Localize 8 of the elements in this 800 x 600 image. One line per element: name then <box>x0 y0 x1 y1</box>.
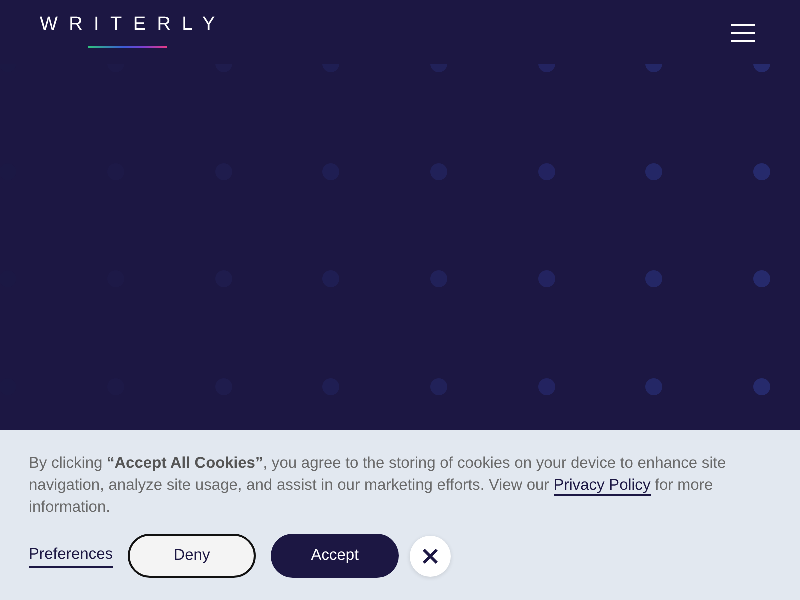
privacy-policy-link[interactable]: Privacy Policy <box>554 477 651 496</box>
preferences-link[interactable]: Preferences <box>29 544 114 568</box>
menu-icon[interactable] <box>731 24 755 42</box>
cookie-message: By clicking “Accept All Cookies”, you agree to the storing of cookies on your device to enhance site navigation, analyze site usage, and assist in our marketing efforts. View our Privacy Policy for more information. <box>29 454 728 518</box>
logo[interactable]: WRITERLY <box>40 15 216 48</box>
accept-button[interactable]: Accept <box>271 534 400 578</box>
deny-button[interactable]: Deny <box>128 534 256 578</box>
close-button[interactable] <box>410 536 452 576</box>
